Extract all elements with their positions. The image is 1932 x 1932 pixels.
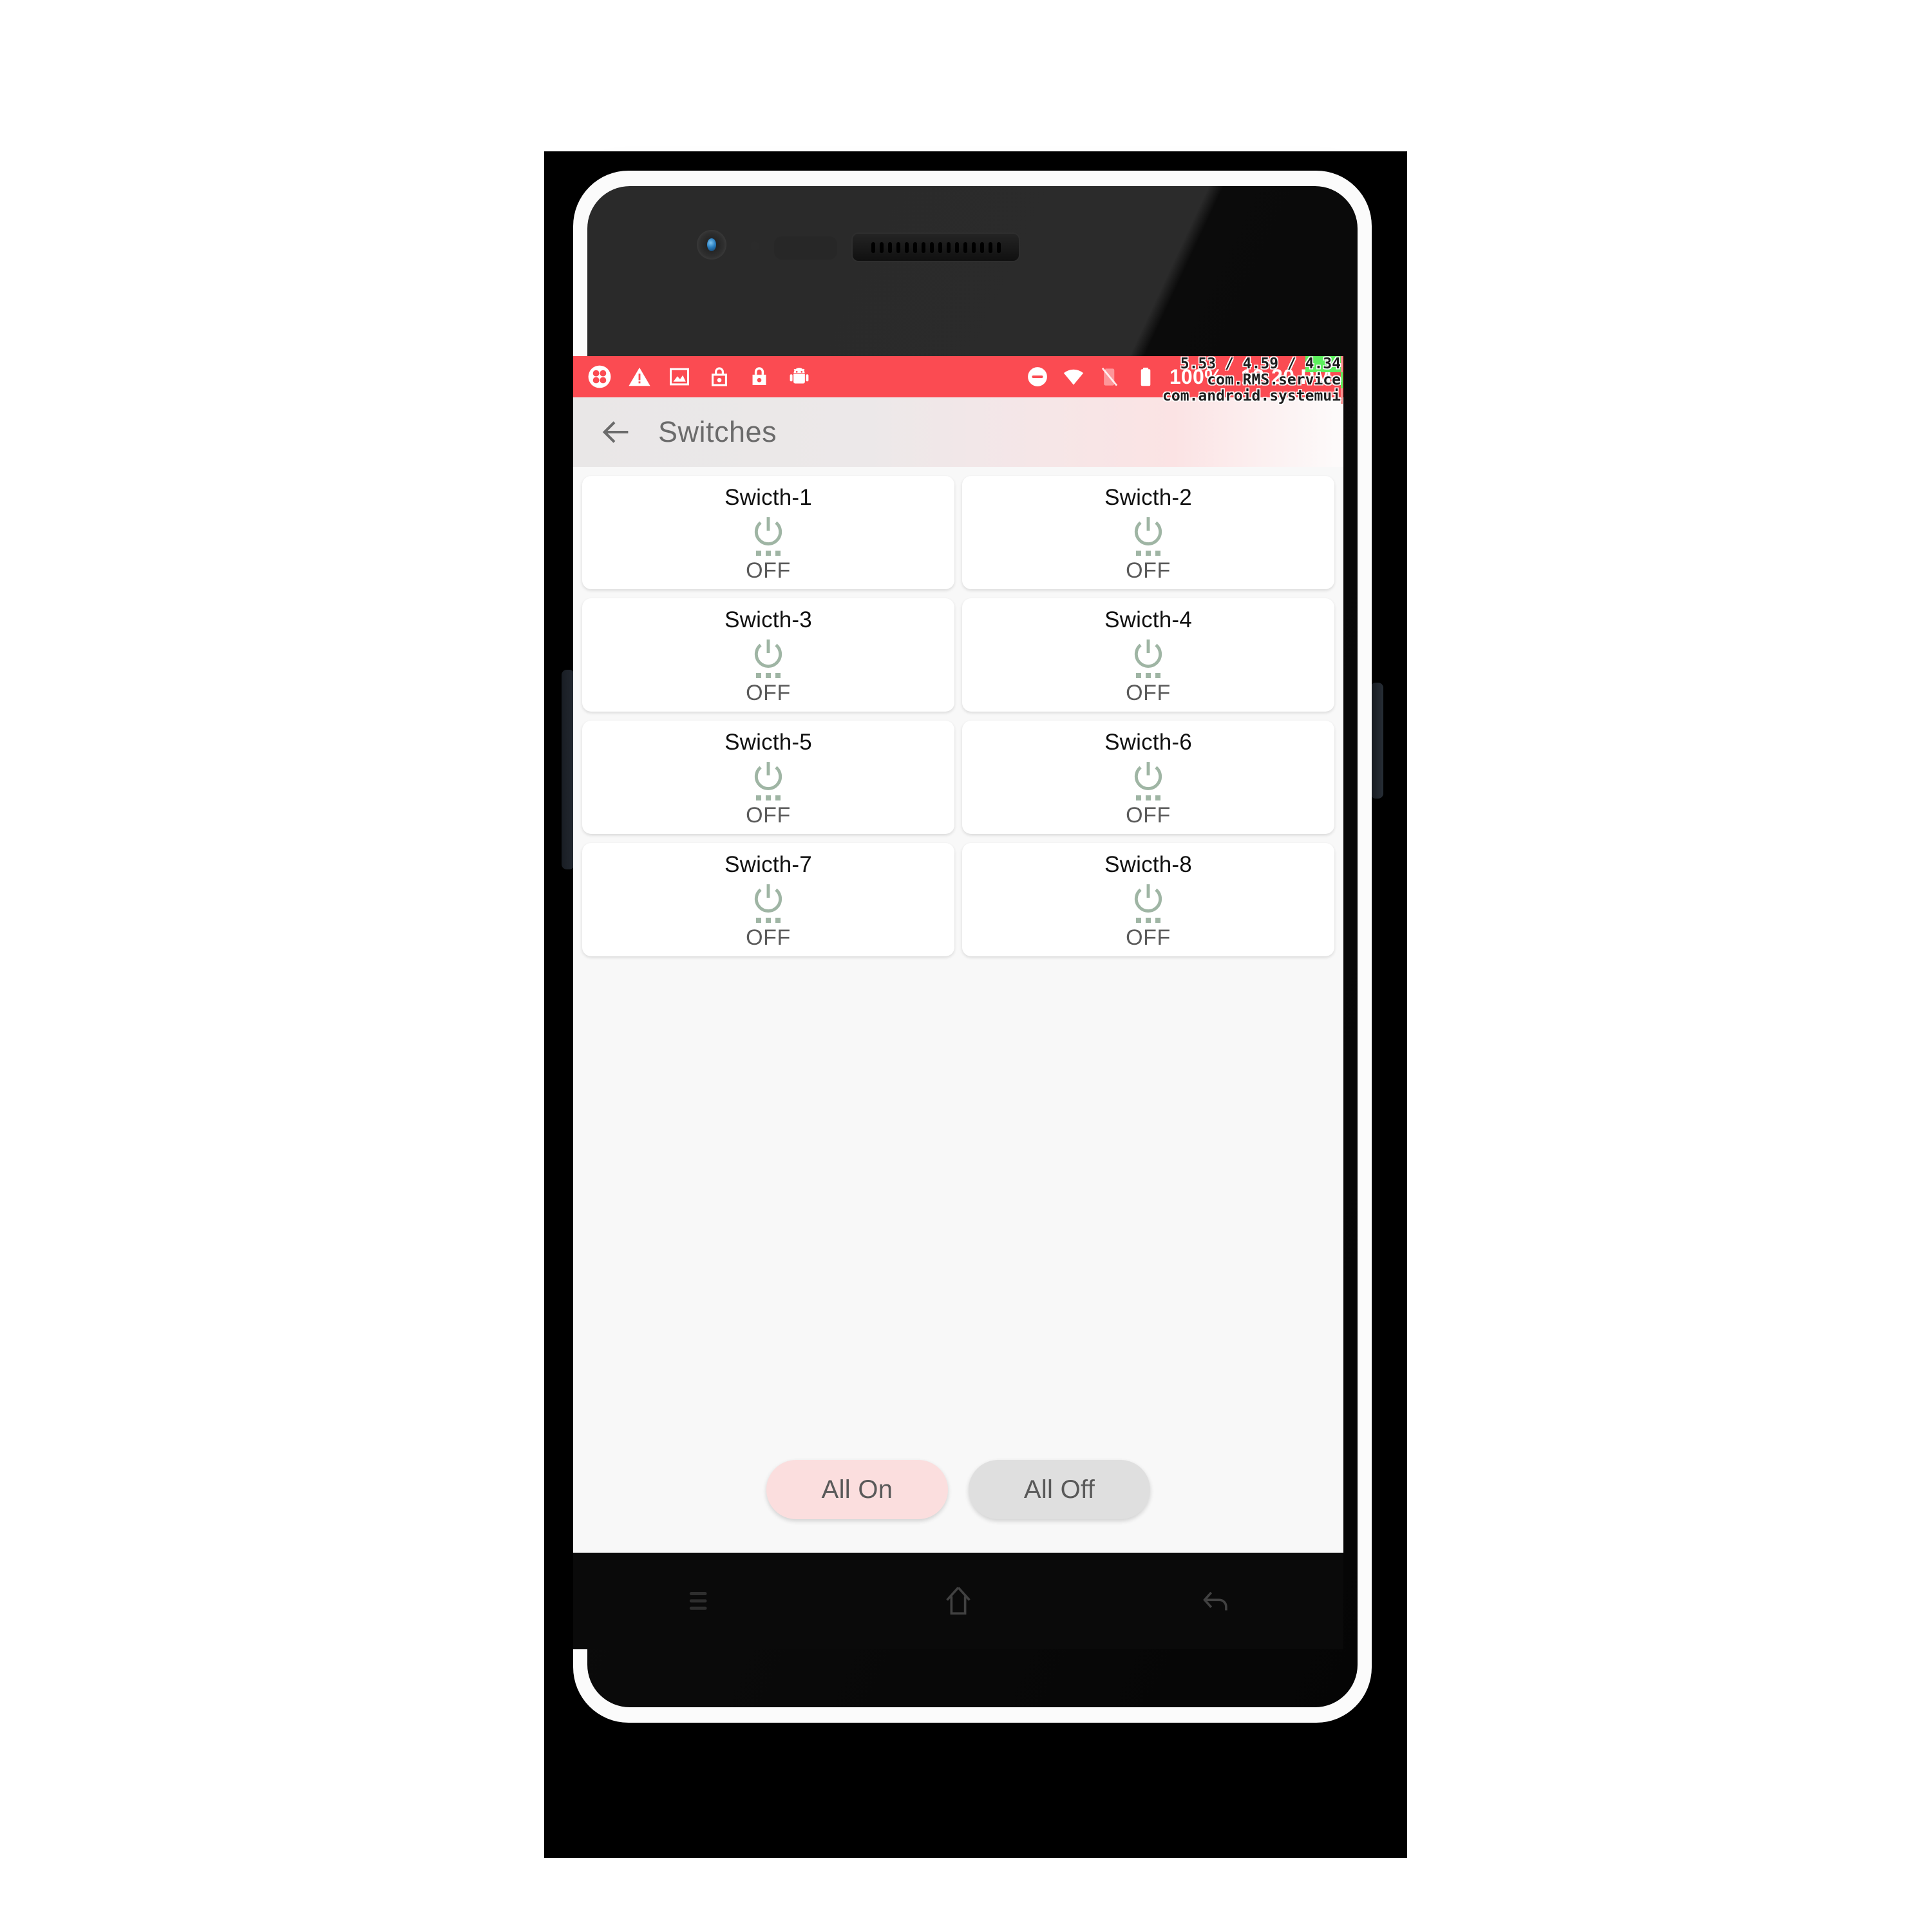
switch-label: Swicth-7 [724,851,812,877]
lock-open-icon [711,367,728,386]
app-bar: Switches 5.53 / 4.59 / 4.34 com.RMS.serv… [573,356,1343,467]
power-icon[interactable] [750,758,786,794]
switch-card[interactable]: Swicth-3 OFF [582,598,954,712]
switch-label: Swicth-8 [1104,851,1192,877]
status-dots-icon [756,672,781,678]
menu-icon[interactable] [683,1582,720,1620]
switch-label: Swicth-5 [724,729,812,755]
proximity-sensor-icon [750,242,759,251]
camera-lens [707,238,716,251]
power-indicator [1130,880,1166,923]
nav-menu-button[interactable] [573,1582,830,1620]
switch-grid: Swicth-1 OFF Swicth-2 OFF Swicth-3 OFF S… [582,476,1334,956]
switch-state: OFF [1126,802,1171,828]
clock-label: 12:20 PM [1240,365,1332,388]
power-icon[interactable] [1130,636,1166,672]
switch-card[interactable]: Swicth-1 OFF [582,476,954,589]
earpiece-speaker-icon [851,232,1020,262]
status-dots-icon [756,795,781,800]
power-indicator [750,758,786,800]
power-icon[interactable] [1130,513,1166,549]
switch-state: OFF [746,558,791,583]
power-indicator [1130,636,1166,678]
switch-state: OFF [1126,925,1171,950]
screenshot-stage: 100% 12:20 PM Switches 5.53 / 4.59 / 4.3… [0,0,1932,1932]
switch-card[interactable]: Swicth-2 OFF [962,476,1334,589]
status-dots-icon [1136,550,1160,556]
page-title: Switches [658,415,777,448]
power-indicator [750,513,786,556]
lock-closed-icon [752,367,766,385]
phone-top-bezel [587,186,1358,318]
switch-card[interactable]: Swicth-6 OFF [962,721,1334,834]
light-sensor-icon [774,236,837,260]
switch-state: OFF [746,925,791,950]
power-icon[interactable] [750,880,786,916]
bulk-actions: All On All Off [573,1460,1343,1519]
status-dots-icon [1136,672,1160,678]
wifi-icon [1063,369,1084,385]
power-indicator [750,636,786,678]
main-content: Swicth-1 OFF Swicth-2 OFF Swicth-3 OFF S… [573,467,1343,1553]
power-button[interactable] [1370,683,1383,799]
switch-label: Swicth-3 [724,607,812,632]
all-off-button[interactable]: All Off [969,1460,1150,1519]
nav-home-button[interactable] [830,1582,1087,1620]
sim-disabled-icon [1101,367,1117,386]
warning-triangle-icon [629,367,650,386]
android-robot-icon [790,368,809,384]
power-icon[interactable] [1130,758,1166,794]
switch-state: OFF [1126,558,1171,583]
status-bar-left-icons [587,365,811,389]
phone-screen: 100% 12:20 PM Switches 5.53 / 4.59 / 4.3… [573,356,1343,1553]
status-dots-icon [756,550,781,556]
status-bar-right-icons: 100% 12:20 PM [1025,365,1332,389]
switch-card[interactable]: Swicth-8 OFF [962,843,1334,956]
switch-card[interactable]: Swicth-5 OFF [582,721,954,834]
back-arrow-icon[interactable] [599,415,632,449]
switch-label: Swicth-6 [1104,729,1192,755]
power-indicator [1130,513,1166,556]
clover-icon [588,365,611,388]
power-indicator [1130,758,1166,800]
switch-label: Swicth-2 [1104,484,1192,510]
switch-card[interactable]: Swicth-4 OFF [962,598,1334,712]
switch-card[interactable]: Swicth-7 OFF [582,843,954,956]
status-bar: 100% 12:20 PM [573,356,1343,397]
volume-rocker-button[interactable] [562,670,574,869]
battery-full-icon [1141,367,1151,386]
android-navigation-bar [573,1553,1343,1649]
switch-state: OFF [746,680,791,705]
do-not-disturb-icon [1027,367,1047,386]
power-indicator [750,880,786,923]
switch-state: OFF [746,802,791,828]
switch-label: Swicth-1 [724,484,812,510]
all-on-button[interactable]: All On [766,1460,948,1519]
back-arrow-icon[interactable] [1197,1582,1234,1620]
switch-state: OFF [1126,680,1171,705]
power-icon[interactable] [750,513,786,549]
image-icon [670,368,689,386]
power-icon[interactable] [1130,880,1166,916]
front-camera-icon [697,230,726,260]
power-icon[interactable] [750,636,786,672]
home-icon[interactable] [940,1582,977,1620]
status-dots-icon [1136,917,1160,923]
status-dots-icon [756,917,781,923]
battery-percent-label: 100% [1169,365,1223,388]
status-dots-icon [1136,795,1160,800]
nav-back-button[interactable] [1086,1582,1343,1620]
switch-label: Swicth-4 [1104,607,1192,632]
